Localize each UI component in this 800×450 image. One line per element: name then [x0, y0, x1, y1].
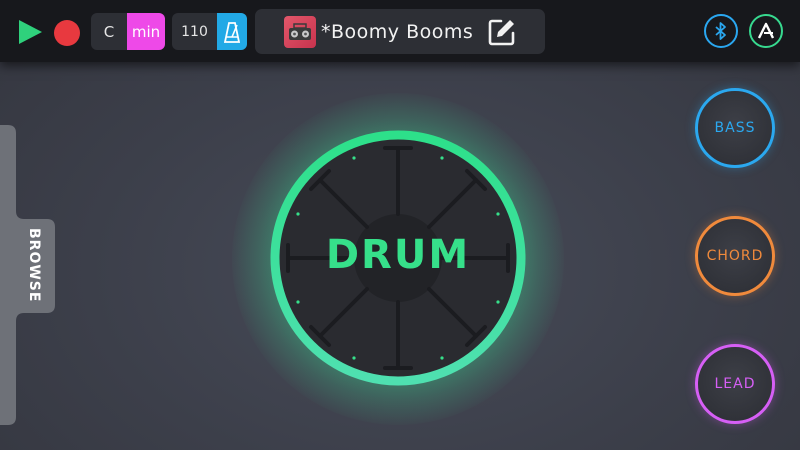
record-button[interactable] — [54, 20, 80, 46]
edit-icon[interactable] — [487, 17, 517, 47]
drum-pad[interactable] — [270, 130, 526, 386]
song-title: *Boomy Booms — [321, 20, 474, 43]
chord-button[interactable]: CHORD — [695, 216, 775, 296]
top-toolbar: C min 110 *Boomy Booms — [0, 0, 800, 62]
key-note-button[interactable]: C — [91, 13, 127, 50]
tempo-control: 110 — [172, 13, 247, 50]
chord-label: CHORD — [706, 248, 764, 264]
logo-a-icon — [757, 22, 775, 39]
lead-label: LEAD — [714, 376, 756, 392]
bluetooth-icon — [715, 22, 726, 40]
browse-label: BROWSE — [26, 228, 42, 303]
key-scale-button[interactable]: min — [127, 13, 165, 50]
bass-label: BASS — [714, 120, 756, 136]
tempo-value[interactable]: 110 — [172, 13, 217, 50]
song-title-box[interactable]: *Boomy Booms — [255, 9, 545, 54]
bluetooth-button[interactable] — [704, 14, 738, 48]
lead-button[interactable]: LEAD — [695, 344, 775, 424]
metronome-icon — [224, 21, 240, 43]
play-icon[interactable] — [16, 18, 44, 46]
boombox-icon — [284, 15, 316, 48]
metronome-button[interactable] — [217, 13, 247, 50]
account-button[interactable] — [749, 14, 783, 48]
key-selector: C min — [91, 13, 165, 50]
bass-button[interactable]: BASS — [695, 88, 775, 168]
